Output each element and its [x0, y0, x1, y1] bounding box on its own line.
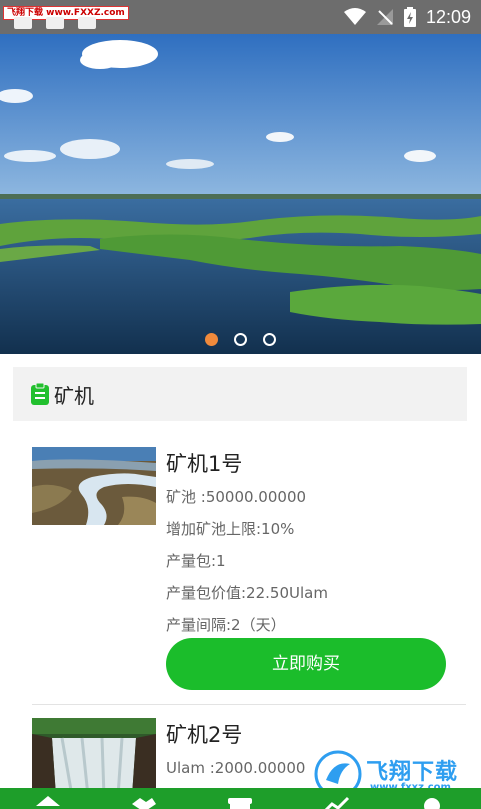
banner-image: [0, 34, 481, 354]
product-output-interval: 产量间隔:2（天）: [166, 616, 286, 634]
battery-charging-icon: [403, 7, 416, 27]
nav-home[interactable]: [34, 794, 62, 809]
nav-handshake[interactable]: [130, 794, 158, 809]
status-bar: 飞翔下载 www.FXXZ.com 12:09: [0, 0, 481, 34]
nav-chart[interactable]: [322, 794, 350, 809]
nav-profile[interactable]: [418, 794, 446, 809]
notification-icon: [78, 17, 96, 29]
carousel-dot[interactable]: [234, 333, 247, 346]
home-icon: [36, 796, 60, 806]
product-thumbnail: [32, 718, 156, 788]
clock: 12:09: [425, 6, 471, 27]
section-title: 矿机: [54, 383, 94, 408]
no-signal-icon: [376, 9, 393, 25]
carousel-indicator: [0, 333, 481, 346]
handshake-icon: [132, 798, 156, 809]
store-icon: [228, 798, 252, 809]
carousel-dot[interactable]: [263, 333, 276, 346]
bottom-nav: [0, 788, 481, 809]
product-thumbnail: [32, 447, 156, 525]
banner-carousel[interactable]: [0, 34, 481, 354]
carousel-dot[interactable]: [205, 333, 218, 346]
product-output-value: 产量包价值:22.50Ulam: [166, 584, 328, 602]
product-pool-limit: 增加矿池上限:10%: [166, 520, 295, 538]
profile-icon: [424, 798, 440, 809]
product-card[interactable]: 矿机1号 矿池 :50000.00000 增加矿池上限:10% 产量包:1 产量…: [32, 447, 452, 634]
product-output-pack: 产量包:1: [166, 552, 226, 570]
section-header: 矿机: [13, 367, 467, 421]
notification-icon: [14, 17, 32, 29]
product-pool: 矿池 :50000.00000: [166, 488, 307, 506]
nav-store[interactable]: [226, 794, 254, 809]
divider: [32, 704, 466, 705]
wifi-icon: [343, 8, 366, 25]
clipboard-icon: [31, 383, 49, 405]
product-name: 矿机1号: [166, 452, 243, 476]
buy-now-button[interactable]: 立即购买: [166, 638, 446, 690]
product-name: 矿机2号: [166, 723, 243, 747]
notification-icon: [46, 17, 64, 29]
trend-icon: [324, 796, 350, 809]
